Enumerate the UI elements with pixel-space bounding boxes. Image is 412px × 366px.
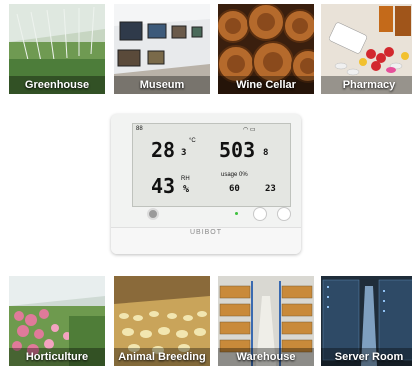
- horticulture-label: Horticulture: [9, 348, 105, 366]
- server-room-label: Server Room: [321, 348, 412, 366]
- greenhouse-tile: Greenhouse: [9, 4, 105, 94]
- light-sensor: [147, 208, 159, 220]
- storage-label: usage: [221, 172, 238, 178]
- humidity-label: RH: [181, 176, 190, 182]
- humidity-unit: %: [183, 184, 190, 195]
- warehouse-tile: Warehouse: [218, 276, 314, 366]
- ubibot-device: 88 ◠ ▭ 28 3 °C 503 8 43 RH % usage 0% 60…: [111, 114, 301, 254]
- status-bar-left: 88: [136, 126, 143, 132]
- co2-value: 503: [219, 138, 256, 162]
- museum-label: Museum: [114, 76, 210, 94]
- pharmacy-tile: Pharmacy: [321, 4, 412, 94]
- wine-cellar-label: Wine Cellar: [218, 76, 314, 94]
- animal-breeding-label: Animal Breeding: [114, 348, 210, 366]
- wifi-icon: ◠ ▭: [243, 127, 256, 133]
- temperature-value: 28: [151, 138, 176, 162]
- wine-cellar-tile: Wine Cellar: [218, 4, 314, 94]
- museum-tile: Museum: [114, 4, 210, 94]
- button-left[interactable]: [253, 207, 267, 221]
- temperature-decimal: 3: [181, 148, 187, 158]
- server-room-tile: Server Room: [321, 276, 412, 366]
- warehouse-label: Warehouse: [218, 348, 314, 366]
- humidity-value: 43: [151, 174, 176, 198]
- animal-breeding-tile: Animal Breeding: [114, 276, 210, 366]
- storage-value: 0%: [239, 172, 248, 178]
- co2-decimal: 8: [263, 148, 269, 158]
- greenhouse-label: Greenhouse: [9, 76, 105, 94]
- lcd-screen: 88 ◠ ▭ 28 3 °C 503 8 43 RH % usage 0% 60…: [132, 123, 291, 207]
- secondary-humidity: 60: [229, 184, 240, 194]
- pharmacy-label: Pharmacy: [321, 76, 412, 94]
- secondary-temp: 23: [265, 184, 276, 194]
- temperature-unit: °C: [189, 138, 196, 144]
- button-right[interactable]: [277, 207, 291, 221]
- horticulture-tile: Horticulture: [9, 276, 105, 366]
- brand-logo: UBIBOT: [189, 229, 223, 236]
- status-led: [235, 212, 238, 215]
